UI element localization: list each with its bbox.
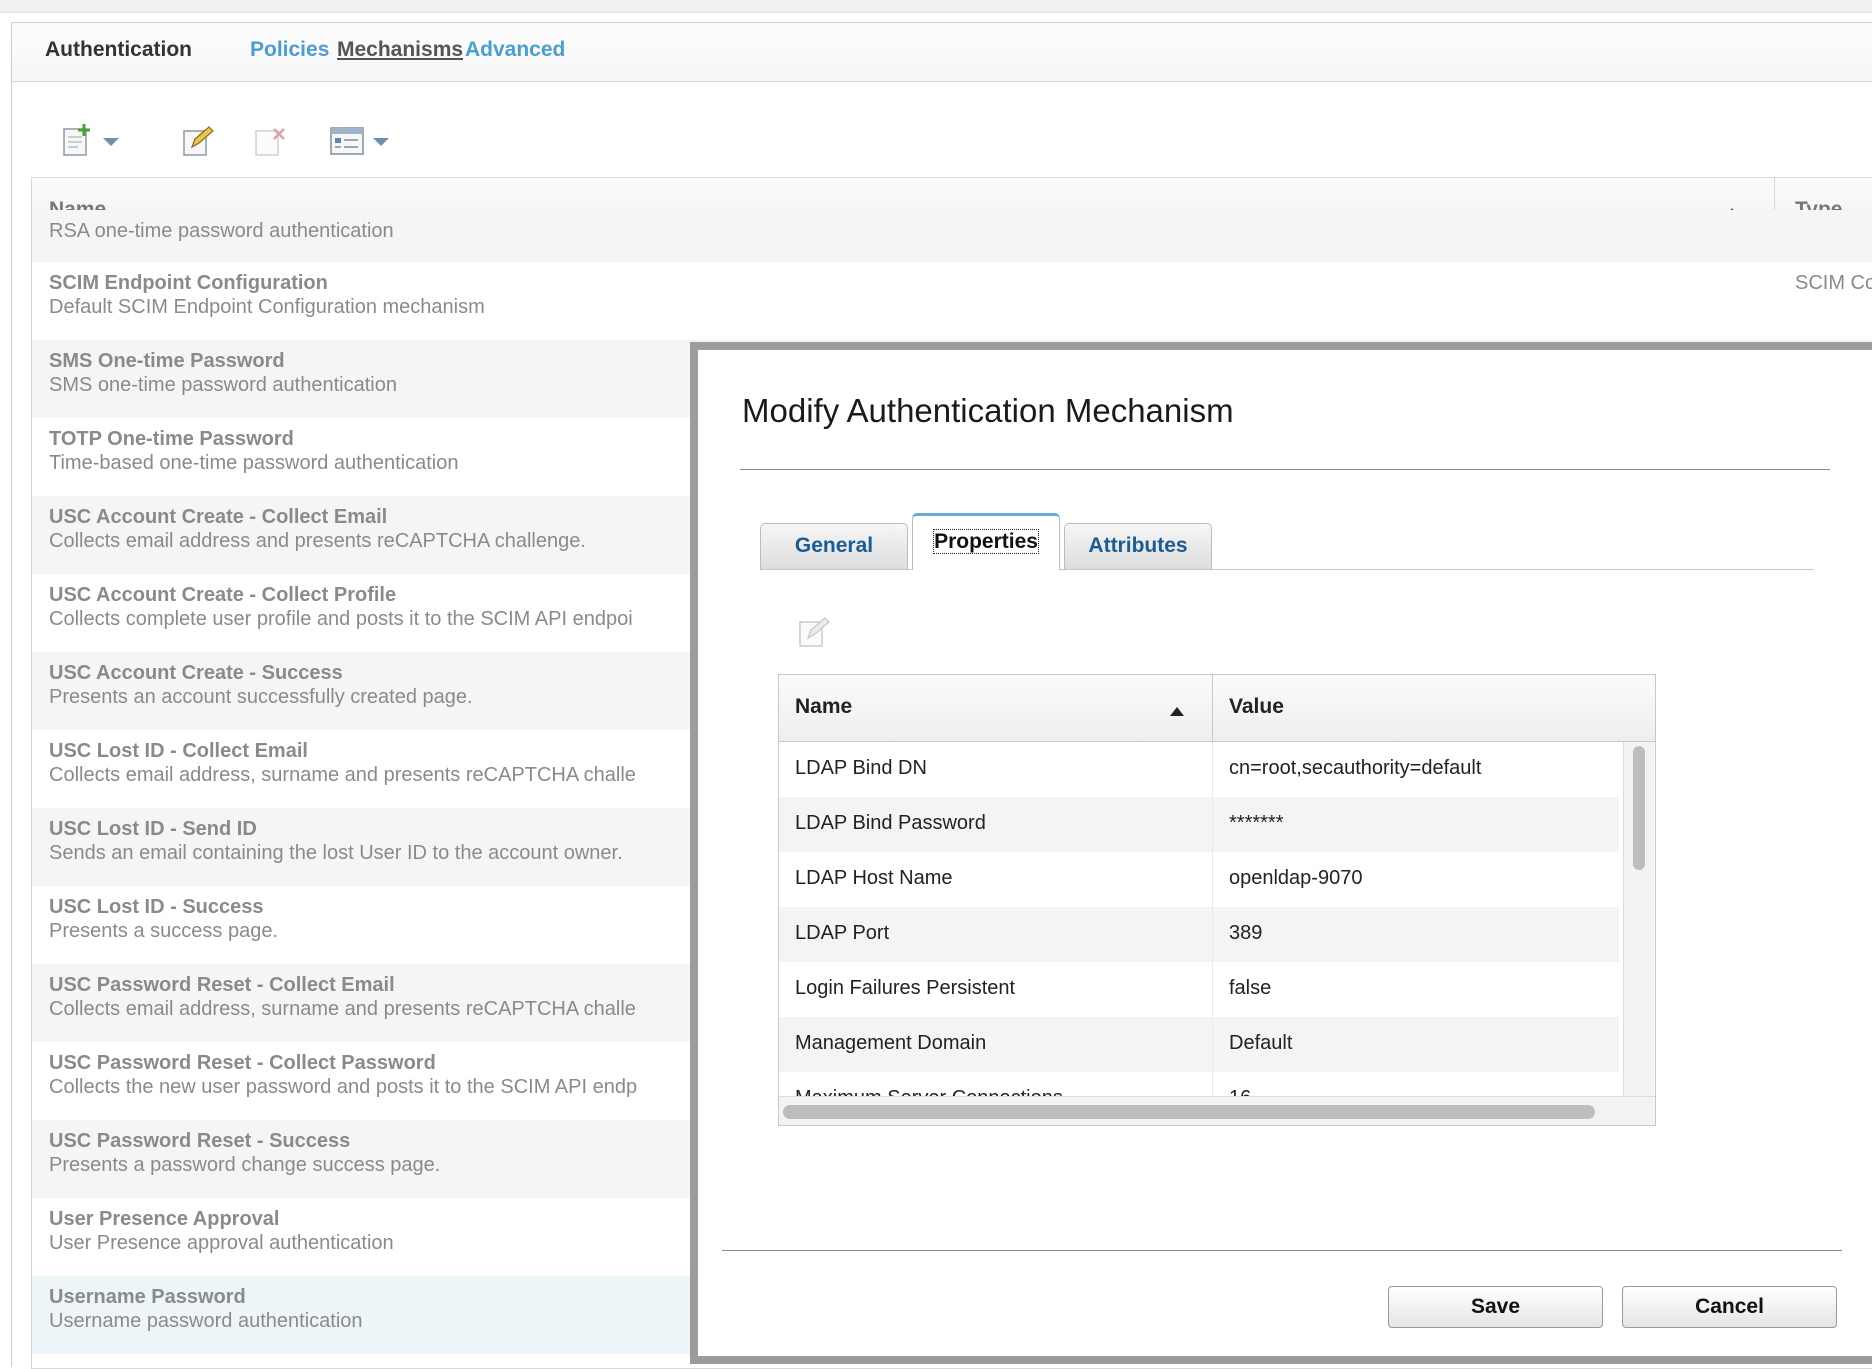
modify-mechanism-dialog: Modify Authentication Mechanism General … [690, 342, 1872, 1364]
nav-link-mechanisms[interactable]: Mechanisms [337, 38, 463, 62]
property-row[interactable]: Login Failures Persistent false [779, 962, 1619, 1017]
property-row[interactable]: LDAP Bind Password ******* [779, 797, 1619, 852]
table-row[interactable]: SCIM Endpoint Configuration Default SCIM… [32, 262, 1872, 340]
vertical-scrollbar[interactable] [1623, 742, 1654, 1098]
edit-property-icon[interactable] [798, 616, 832, 653]
horizontal-scrollbar[interactable] [779, 1096, 1655, 1125]
nav-title: Authentication [45, 38, 192, 61]
dialog-tabs: General Properties Attributes [760, 513, 1814, 570]
property-row[interactable]: Management Domain Default [779, 1017, 1619, 1072]
edit-icon[interactable] [182, 125, 216, 162]
tab-general[interactable]: General [760, 523, 908, 569]
vertical-scroll-thumb[interactable] [1633, 746, 1645, 870]
footer-divider [722, 1250, 1842, 1251]
title-divider [740, 469, 1830, 470]
properties-body: LDAP Bind DN cn=root,secauthority=defaul… [779, 742, 1619, 1096]
view-options-icon[interactable] [330, 127, 364, 160]
tab-attributes[interactable]: Attributes [1064, 523, 1212, 569]
new-icon[interactable] [62, 123, 94, 162]
nav-link-policies[interactable]: Policies [250, 38, 329, 62]
property-row[interactable]: Maximum Server Connections 16 [779, 1072, 1619, 1096]
sort-ascending-icon[interactable] [1170, 707, 1184, 716]
table-row[interactable]: RSA one-time password authentication [32, 210, 1872, 262]
column-header-name[interactable]: Name [795, 695, 852, 719]
nav-link-advanced[interactable]: Advanced [465, 38, 565, 62]
property-row[interactable]: LDAP Bind DN cn=root,secauthority=defaul… [779, 742, 1619, 797]
column-header-value[interactable]: Value [1229, 695, 1284, 719]
dialog-title: Modify Authentication Mechanism [742, 392, 1234, 429]
property-row[interactable]: LDAP Host Name openldap-9070 [779, 852, 1619, 907]
property-row[interactable]: LDAP Port 389 [779, 907, 1619, 962]
column-divider [1212, 675, 1213, 741]
dropdown-arrow-icon[interactable] [102, 135, 120, 153]
tab-properties[interactable]: Properties [912, 513, 1060, 570]
top-strip [0, 0, 1872, 13]
auth-nav-bar: Authentication Policies Mechanisms Advan… [12, 23, 1872, 82]
properties-table: Name Value LDAP Bind DN cn=root,secautho… [778, 674, 1656, 1126]
cancel-button[interactable]: Cancel [1622, 1286, 1837, 1328]
dropdown-arrow-icon[interactable] [372, 135, 390, 153]
horizontal-scroll-thumb[interactable] [783, 1105, 1595, 1119]
delete-icon[interactable] [254, 125, 288, 162]
save-button[interactable]: Save [1388, 1286, 1603, 1328]
properties-header: Name Value [779, 675, 1655, 742]
